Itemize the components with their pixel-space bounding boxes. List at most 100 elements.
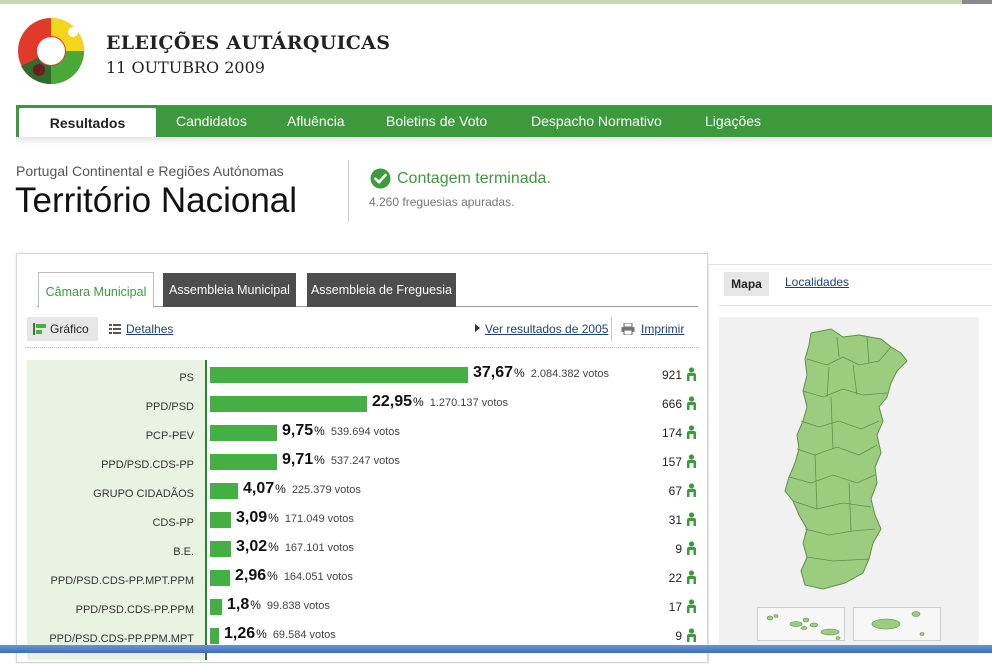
nav-despacho-normativo[interactable]: Despacho Normativo (531, 105, 662, 137)
party-bar[interactable] (210, 483, 238, 499)
party-row: PPD/PSD.CDS-PP.MPT.PPM 2,96% 164.051 votos… (27, 567, 699, 596)
bar-chart-icon (33, 323, 46, 335)
person-icon (687, 367, 696, 381)
party-percent: 22,95% 1.270.137 votos (372, 393, 508, 411)
seats-count: 666 (661, 397, 682, 411)
seats-count: 17 (668, 600, 682, 614)
party-row: PPD/PSD.CDS-PP.PPM 1,8% 99.838 votos 17 (27, 596, 699, 625)
percent-value: 4,07 (243, 480, 275, 497)
percent-value: 3,09 (236, 509, 268, 526)
person-icon (687, 541, 696, 555)
region-label: Portugal Continental e Regiões Autónomas (16, 163, 284, 179)
party-bar[interactable] (210, 454, 277, 470)
view-grafico-button[interactable]: Gráfico (27, 317, 98, 341)
status-subtext: 4.260 freguesias apuradas. (369, 195, 515, 209)
page-title: Território Nacional (15, 181, 298, 220)
view-detalhes-link[interactable]: Detalhes (109, 322, 173, 336)
person-icon (687, 628, 696, 642)
seats-count: 174 (661, 426, 682, 440)
nav-boletins-de-voto[interactable]: Boletins de Voto (386, 105, 487, 137)
party-percent: 9,75% 539.694 votos (282, 422, 400, 440)
percent-value: 1,26 (224, 625, 256, 642)
divider (348, 160, 349, 222)
top-border (0, 0, 992, 4)
party-name: CDS-PP (152, 517, 194, 529)
divider (611, 317, 612, 341)
party-name: PPD/PSD.CDS-PP.MPT.PPM (50, 575, 194, 587)
person-icon (687, 599, 696, 613)
status-text: Contagem terminada. (397, 170, 551, 187)
party-row: B.E. 3,02% 167.101 votos 9 (27, 538, 699, 567)
party-votes: 167.101 votos (284, 542, 354, 554)
party-percent: 1,8% 99.838 votos (227, 596, 330, 614)
nav-resultados[interactable]: Resultados (19, 108, 156, 137)
percent-value: 9,75 (282, 422, 314, 439)
nav-shadow (16, 137, 992, 145)
party-bar[interactable] (210, 570, 230, 586)
portugal-map[interactable] (719, 317, 979, 647)
party-bar[interactable] (210, 599, 222, 615)
site-date: 11 OUTUBRO 2009 (106, 58, 265, 77)
madeira-inset[interactable] (853, 607, 941, 641)
percent-sign: % (250, 598, 261, 612)
party-name: PS (179, 372, 194, 384)
view-detalhes-label: Detalhes (126, 322, 174, 336)
party-votes: 2.084.382 votos (530, 368, 610, 380)
party-bar[interactable] (210, 541, 231, 557)
party-percent: 37,67% 2.084.382 votos (473, 364, 609, 382)
party-votes: 99.838 votos (266, 600, 330, 612)
percent-sign: % (267, 569, 278, 583)
party-bar[interactable] (210, 628, 219, 644)
azores-inset[interactable] (757, 607, 845, 641)
percent-sign: % (413, 395, 424, 409)
percent-sign: % (314, 453, 325, 467)
view-grafico-label: Gráfico (50, 322, 89, 336)
percent-value: 22,95 (372, 393, 413, 410)
tab-localidades[interactable]: Localidades (785, 275, 849, 289)
tab-mapa[interactable]: Mapa (724, 272, 769, 296)
person-icon (687, 396, 696, 410)
dotted-divider (27, 347, 699, 348)
nav-candidatos[interactable]: Candidatos (176, 105, 247, 137)
seats-count: 22 (668, 571, 682, 585)
person-icon (687, 454, 696, 468)
percent-value: 2,96 (235, 567, 267, 584)
party-bar[interactable] (210, 367, 468, 383)
results-2005-label: Ver resultados de 2005 (485, 322, 609, 336)
party-name: GRUPO CIDADÃOS (93, 488, 194, 500)
party-name: PPD/PSD.CDS-PP (101, 459, 194, 471)
party-votes: 164.051 votos (283, 571, 353, 583)
percent-value: 9,71 (282, 451, 314, 468)
taskbar (0, 645, 992, 653)
arrow-right-icon (475, 324, 480, 332)
party-votes: 1.270.137 votos (429, 397, 509, 409)
party-row: PCP-PEV 9,75% 539.694 votos 174 (27, 422, 699, 451)
seats-count: 9 (675, 629, 682, 643)
madeira-map (871, 611, 925, 636)
tab-assembleia-de-freguesia[interactable]: Assembleia de Freguesia (307, 273, 456, 307)
percent-sign: % (514, 366, 525, 380)
printer-icon (621, 323, 635, 335)
person-icon (687, 483, 696, 497)
check-icon (370, 168, 391, 189)
party-row: PPD/PSD 22,95% 1.270.137 votos 666 (27, 393, 699, 422)
party-percent: 2,96% 164.051 votos (235, 567, 353, 585)
person-icon (687, 570, 696, 584)
nav-afluencia[interactable]: Afluência (287, 105, 345, 137)
party-percent: 4,07% 225.379 votos (243, 480, 361, 498)
party-bar[interactable] (210, 512, 231, 528)
tab-camara-municipal[interactable]: Câmara Municipal (38, 272, 154, 308)
print-link[interactable]: Imprimir (621, 322, 684, 336)
party-votes: 171.049 votos (284, 513, 354, 525)
view-toolbar: Gráfico Detalhes Ver resultados de 2005 … (27, 317, 699, 345)
percent-sign: % (256, 627, 267, 641)
party-bar[interactable] (210, 425, 277, 441)
seats-count: 67 (668, 484, 682, 498)
percent-sign: % (268, 540, 279, 554)
nav-ligacoes[interactable]: Ligações (705, 105, 761, 137)
percent-value: 37,67 (473, 364, 514, 381)
seats-count: 921 (661, 368, 682, 382)
results-2005-link[interactable]: Ver resultados de 2005 (475, 322, 608, 336)
party-bar[interactable] (210, 396, 367, 412)
tab-assembleia-municipal[interactable]: Assembleia Municipal (163, 273, 296, 307)
